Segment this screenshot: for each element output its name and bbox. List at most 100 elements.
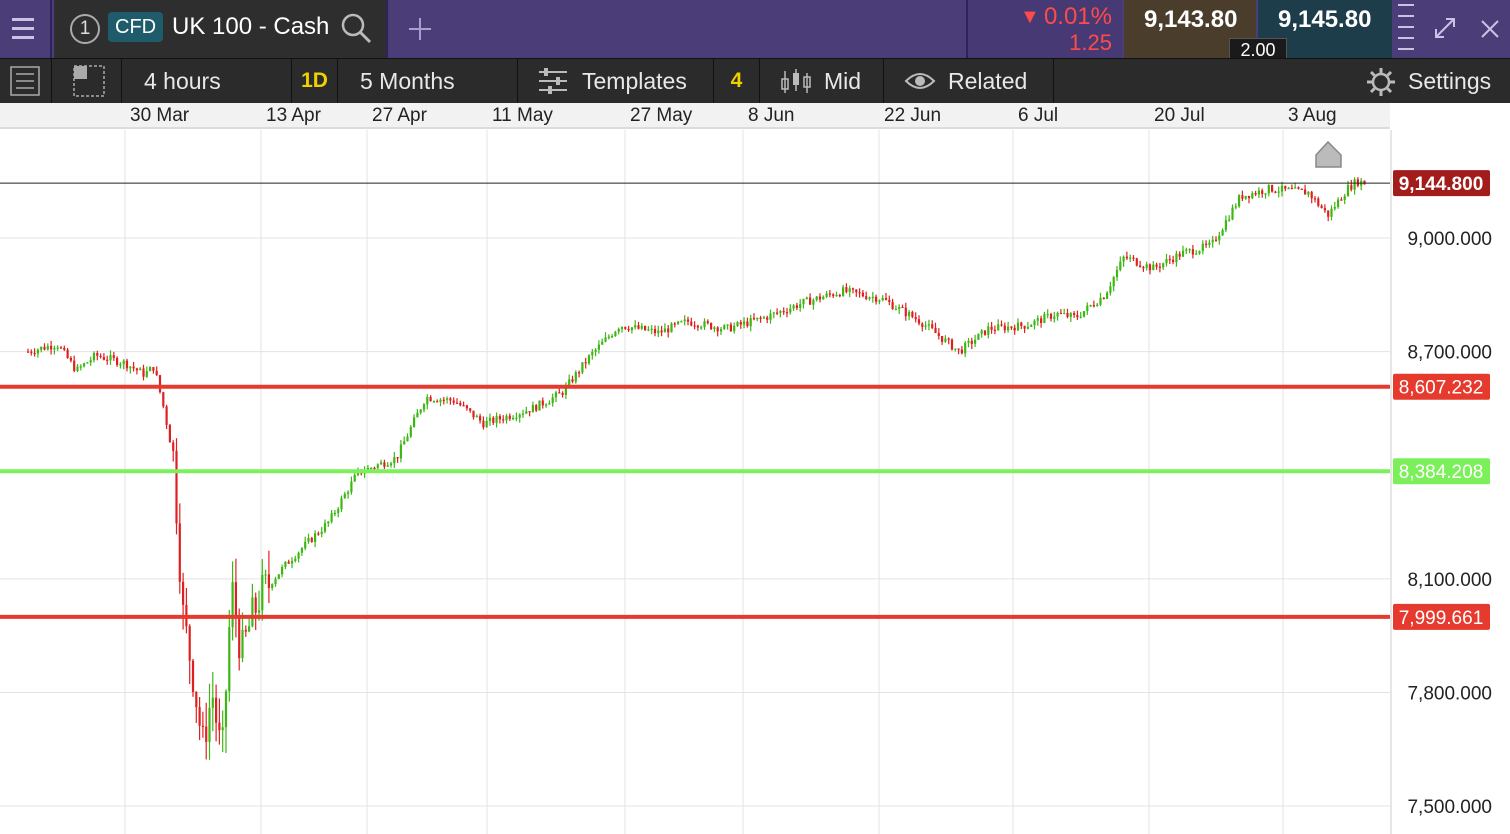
candle-body <box>1030 325 1033 327</box>
candle-body <box>967 340 970 343</box>
candle-body <box>1092 305 1095 307</box>
candle-body <box>386 465 389 467</box>
candle-body <box>785 312 789 314</box>
candle-body <box>380 462 383 465</box>
candle-body <box>370 467 373 470</box>
candle-body <box>475 416 478 418</box>
candle-body <box>627 328 630 331</box>
candle-body <box>1337 199 1340 207</box>
candle-body <box>1109 286 1112 293</box>
candle-body <box>677 321 680 324</box>
candle-body <box>1040 318 1043 323</box>
x-tick-label: 13 Apr <box>266 105 321 126</box>
instrument-tab[interactable]: 1 CFD UK 100 - Cash <box>54 0 388 58</box>
candle-body <box>122 360 125 365</box>
candle-body <box>389 463 393 466</box>
candle-body <box>554 392 558 398</box>
candle-body <box>294 558 297 562</box>
candle-body <box>1264 193 1267 195</box>
candle-body <box>597 344 600 350</box>
candle-body <box>670 323 673 333</box>
candle-body <box>211 697 214 708</box>
candle-body <box>812 299 815 305</box>
candle-body <box>132 366 135 369</box>
candle-body <box>825 293 828 297</box>
candle-body <box>218 722 221 731</box>
candle-body <box>432 401 435 403</box>
interval-badge[interactable]: 1D <box>292 59 338 103</box>
candle-body <box>33 352 36 355</box>
candle-body <box>1135 258 1138 266</box>
candle-body <box>106 359 109 361</box>
close-button[interactable] <box>1468 0 1510 58</box>
layout-toggle-button[interactable] <box>52 59 122 103</box>
candle-body <box>168 424 171 443</box>
price-type-selector[interactable]: Mid <box>760 59 884 103</box>
candle-body <box>1307 191 1310 195</box>
candle-body <box>587 355 591 364</box>
candle-body <box>327 521 330 524</box>
candle-body <box>99 355 102 358</box>
candle-body <box>601 341 604 345</box>
candle-body <box>333 512 336 515</box>
related-button[interactable]: Related <box>884 59 1054 103</box>
candle-body <box>525 411 528 414</box>
drag-handle[interactable] <box>1394 0 1422 58</box>
candle-body <box>584 362 587 364</box>
candle-body <box>1096 304 1099 306</box>
list-icon <box>10 66 40 96</box>
candle-body <box>1125 256 1128 259</box>
candle-body <box>1089 305 1092 307</box>
candle-body <box>422 404 426 410</box>
candle-body <box>1211 239 1214 243</box>
expand-button[interactable] <box>1424 0 1466 58</box>
templates-button[interactable]: Templates <box>518 59 714 103</box>
candle-body <box>1112 277 1115 287</box>
candle-body <box>234 582 237 619</box>
candle-body <box>1148 264 1152 271</box>
candle-body <box>977 333 980 340</box>
candle-body <box>736 322 739 326</box>
candle-body <box>848 288 851 292</box>
price-chart[interactable]: 9,000.000 8,700.000 8,100.000 7,800.000 7,50… <box>0 130 1510 834</box>
y-tick-label: 9,000.000 <box>1407 229 1492 250</box>
candle-body <box>1323 208 1326 211</box>
x-tick-label: 27 May <box>630 105 693 126</box>
candle-body <box>459 402 462 406</box>
candle-body <box>1198 251 1201 254</box>
hamburger-icon <box>12 18 34 39</box>
candle-body <box>201 725 204 727</box>
indicators-count-badge[interactable]: 4 <box>714 59 760 103</box>
candle-body <box>112 355 115 358</box>
candle-body <box>26 351 30 353</box>
candle-body <box>1257 190 1260 195</box>
candle-body <box>858 292 861 294</box>
x-tick-label: 3 Aug <box>1288 105 1337 126</box>
candle-body <box>561 393 564 395</box>
menu-button[interactable] <box>0 0 52 58</box>
candle-body <box>426 396 429 405</box>
interval-selector[interactable]: 4 hours <box>122 59 292 103</box>
related-label: Related <box>948 68 1028 94</box>
watchlist-toggle-button[interactable] <box>0 59 52 103</box>
candle-body <box>1129 257 1132 259</box>
candle-body <box>50 345 53 350</box>
price-type-label: Mid <box>824 68 862 94</box>
candle-body <box>594 349 597 352</box>
candle-body <box>36 349 39 354</box>
candle-body <box>759 317 762 319</box>
candle-body <box>393 457 396 464</box>
candle-body <box>221 727 224 731</box>
candle-body <box>690 321 693 326</box>
range-selector[interactable]: 5 Months <box>338 59 518 103</box>
candle-body <box>591 351 594 356</box>
search-icon[interactable] <box>340 12 374 46</box>
candle-body <box>1145 264 1148 268</box>
candle-body <box>267 574 270 589</box>
settings-button[interactable]: Settings <box>1354 59 1510 103</box>
candle-body <box>1313 198 1317 200</box>
candle-body <box>343 493 346 499</box>
instrument-number-badge: 1 <box>70 14 100 44</box>
add-tab-button[interactable] <box>390 0 450 58</box>
expand-icon <box>1435 18 1455 38</box>
